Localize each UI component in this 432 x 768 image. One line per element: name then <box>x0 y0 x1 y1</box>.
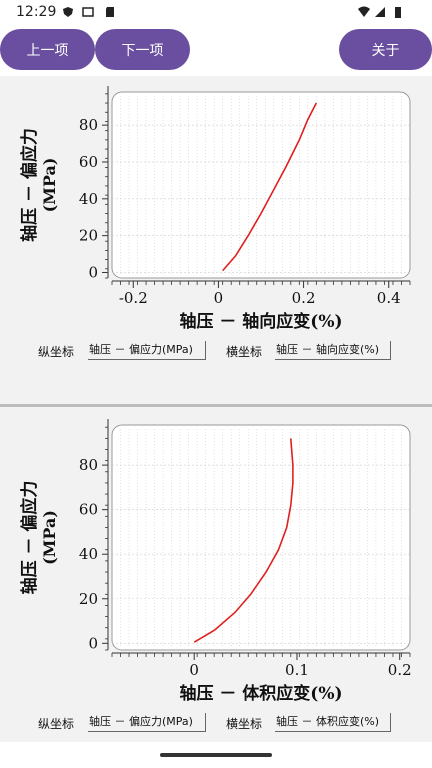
y-tick-label: 20 <box>79 590 98 608</box>
x-tick-label: 0.2 <box>292 289 316 307</box>
y-axis-label: 纵坐标 <box>38 717 75 731</box>
x-tick-label: 0.4 <box>377 289 401 307</box>
y-tick-label: 60 <box>79 153 98 171</box>
y-tick-label: 80 <box>79 116 98 134</box>
status-bar: 12:29 <box>0 0 432 26</box>
chart-panel-2: 0 20 40 60 80 0 0.1 0.2 轴压 － 体积应变(%) 轴压 － 偏应力 (MPa… <box>0 407 432 742</box>
next-button[interactable]: 下一项 <box>95 29 190 70</box>
y-tick-label: 20 <box>79 227 98 245</box>
x-tick-label: 0 <box>214 289 224 307</box>
x-tick-label: 0.2 <box>388 661 412 679</box>
y-tick-label: 0 <box>88 263 98 281</box>
y-tick-label: 80 <box>79 456 98 474</box>
screen-icon <box>82 7 94 17</box>
x-axis-title: 轴压 － 轴向应变(%) <box>179 311 342 332</box>
nav-bar <box>0 742 432 768</box>
signal-icon <box>375 7 385 17</box>
x-axis-label: 横坐标 <box>226 345 263 359</box>
battery-icon <box>395 7 401 18</box>
x-tick-label: -0.2 <box>119 289 148 307</box>
y-tick-label: 60 <box>79 501 98 519</box>
x-axis-select[interactable]: 轴压 － 体积应变(%) <box>275 713 391 732</box>
x-tick-label: 0.1 <box>285 661 309 679</box>
y-axis-select[interactable]: 轴压 － 偏应力(MPa) <box>88 713 206 732</box>
y-axis-title: 轴压 － 偏应力 <box>19 128 40 242</box>
x-axis-select[interactable]: 轴压 － 轴向应变(%) <box>275 341 391 360</box>
y-axis-title: 轴压 － 偏应力 <box>19 481 40 595</box>
home-indicator[interactable] <box>160 753 272 757</box>
y-axis-label: 纵坐标 <box>38 345 75 359</box>
axis-selector-row-2: 纵坐标 轴压 － 偏应力(MPa) 横坐标 轴压 － 体积应变(%) <box>0 712 432 734</box>
stress-volumetric-strain-chart: 0 20 40 60 80 0 0.1 0.2 轴压 － 体积应变(%) 轴压 － 偏应力 (MPa… <box>19 419 412 704</box>
about-button[interactable]: 关于 <box>339 29 432 70</box>
x-tick-label: 0 <box>189 661 199 679</box>
shield-icon <box>63 7 73 17</box>
plot-area <box>111 91 411 279</box>
y-tick-label: 0 <box>88 634 98 652</box>
wifi-icon <box>358 6 370 17</box>
y-tick-label: 40 <box>79 190 98 208</box>
y-tick-label: 40 <box>79 545 98 563</box>
y-axis-unit: (MPa) <box>40 510 59 565</box>
axis-selector-row-1: 纵坐标 轴压 － 偏应力(MPa) 横坐标 轴压 － 轴向应变(%) <box>0 340 432 362</box>
x-axis-title: 轴压 － 体积应变(%) <box>179 683 342 704</box>
toolbar: 上一项 下一项 关于 <box>0 26 432 76</box>
status-time: 12:29 <box>16 4 57 20</box>
plot-area <box>111 424 411 651</box>
sdcard-icon <box>106 7 114 17</box>
prev-button[interactable]: 上一项 <box>0 29 95 70</box>
y-axis-select[interactable]: 轴压 － 偏应力(MPa) <box>88 341 206 360</box>
x-axis-label: 横坐标 <box>226 717 263 731</box>
stress-axial-strain-chart: 0 20 40 60 80 -0.2 0 0.2 0.4 轴压 － 轴向应变(%) 轴压 － 偏应力… <box>19 86 411 332</box>
chart-panel-1: 0 20 40 60 80 -0.2 0 0.2 0.4 轴压 － 轴向应变(%) 轴压 － 偏应力… <box>0 76 432 404</box>
y-axis-unit: (MPa) <box>40 158 59 213</box>
